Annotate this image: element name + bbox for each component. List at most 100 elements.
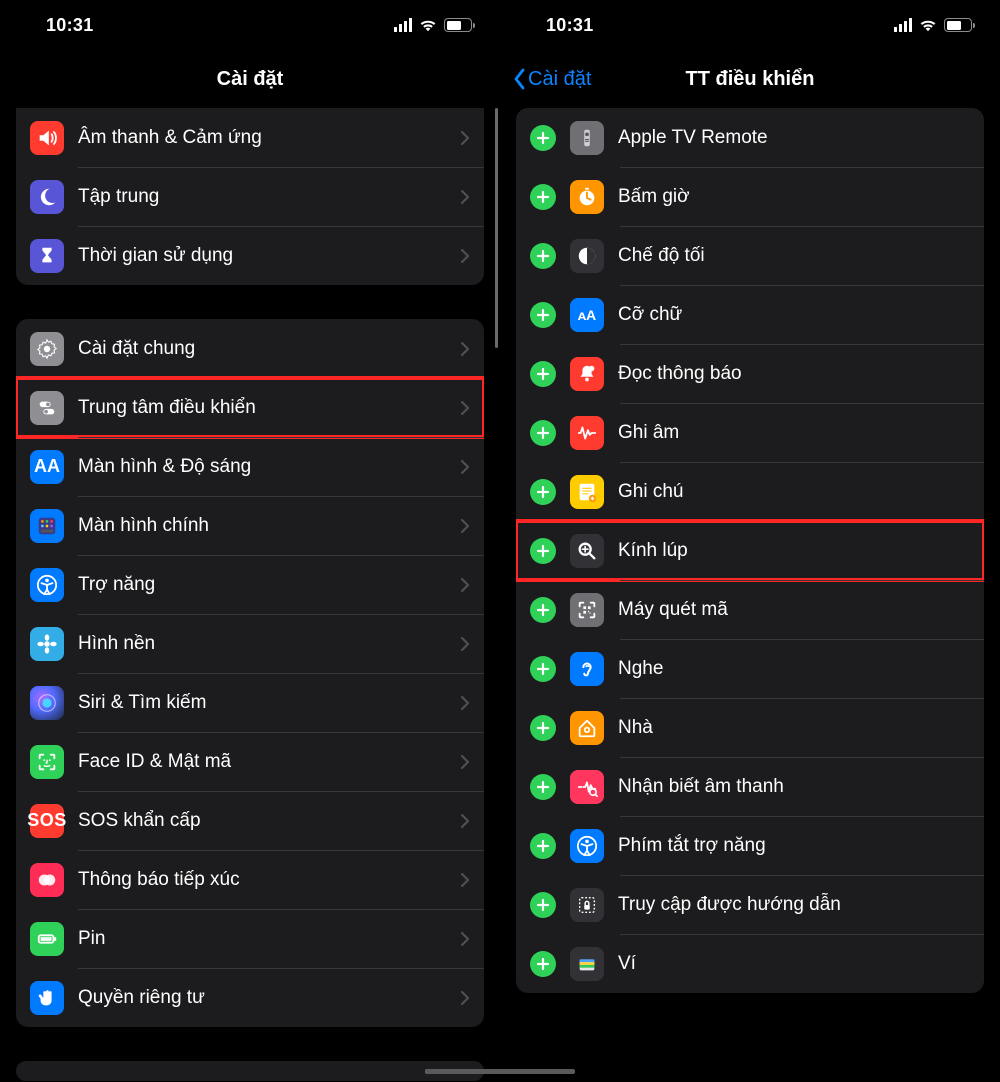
cc-row-magnify[interactable]: Kính lúp <box>516 521 984 580</box>
row-label: Nhà <box>618 717 970 739</box>
settings-row-faceid[interactable]: Face ID & Mật mã <box>16 732 484 791</box>
cellular-icon <box>394 19 412 32</box>
bell-icon <box>570 357 604 391</box>
cc-row-access[interactable]: Phím tắt trợ năng <box>516 816 984 875</box>
AA-icon: AA <box>30 450 64 484</box>
row-label: Face ID & Mật mã <box>78 751 460 773</box>
settings-row-gear[interactable]: Cài đặt chung <box>16 319 484 378</box>
cc-row-darkmode[interactable]: Chế độ tối <box>516 226 984 285</box>
cc-row-ᴀA[interactable]: ᴀACỡ chữ <box>516 285 984 344</box>
row-label: Thông báo tiếp xúc <box>78 869 460 891</box>
cc-row-soundrec[interactable]: Nhận biết âm thanh <box>516 757 984 816</box>
status-indicators <box>394 18 472 32</box>
row-label: Tập trung <box>78 186 460 208</box>
toggles-icon <box>30 391 64 425</box>
cc-row-remote[interactable]: Apple TV Remote <box>516 108 984 167</box>
home-indicator[interactable] <box>500 1069 575 1074</box>
row-label: Siri & Tìm kiếm <box>78 692 460 714</box>
cc-row-stopwatch[interactable]: Bấm giờ <box>516 167 984 226</box>
settings-row-access[interactable]: Trợ năng <box>16 555 484 614</box>
settings-list[interactable]: Âm thanh & Cảm ứng Tập trung Thời gian sử … <box>0 108 500 1082</box>
row-label: SOS khẩn cấp <box>78 810 460 832</box>
cc-row-wallet[interactable]: Ví <box>516 934 984 993</box>
note-icon <box>570 475 604 509</box>
control-center-more-controls[interactable]: Apple TV Remote Bấm giờ Chế độ tối ᴀACỡ chữ… <box>500 108 1000 1082</box>
cc-row-note[interactable]: Ghi chú <box>516 462 984 521</box>
add-button[interactable] <box>530 892 556 918</box>
add-button[interactable] <box>530 715 556 741</box>
status-bar: 10:31 <box>500 0 1000 50</box>
cc-row-bell[interactable]: Đọc thông báo <box>516 344 984 403</box>
nav-title: Cài đặt <box>217 68 284 91</box>
nav-bar: Cài đặt TT điều khiển <box>500 50 1000 108</box>
settings-row-sound[interactable]: Âm thanh & Cảm ứng <box>16 108 484 167</box>
settings-row-siri[interactable]: Siri & Tìm kiếm <box>16 673 484 732</box>
status-time: 10:31 <box>46 15 94 36</box>
row-label: Thời gian sử dụng <box>78 245 460 267</box>
settings-row-SOS[interactable]: SOS SOS khẩn cấp <box>16 791 484 850</box>
row-label: Ví <box>618 953 970 975</box>
row-label: Màn hình & Độ sáng <box>78 456 460 478</box>
settings-row-exposure[interactable]: Thông báo tiếp xúc <box>16 850 484 909</box>
status-indicators <box>894 18 972 32</box>
settings-screen: 10:31 Cài đặt Âm thanh & Cảm ứng Tập trun… <box>0 0 500 1082</box>
add-button[interactable] <box>530 184 556 210</box>
SOS-icon: SOS <box>30 804 64 838</box>
settings-row-grid[interactable]: Màn hình chính <box>16 496 484 555</box>
row-label: Truy cập được hướng dẫn <box>618 894 970 916</box>
scroll-indicator[interactable] <box>495 108 498 348</box>
add-button[interactable] <box>530 479 556 505</box>
row-label: Phím tắt trợ năng <box>618 835 970 857</box>
lock-icon <box>570 888 604 922</box>
add-button[interactable] <box>530 656 556 682</box>
back-button[interactable]: Cài đặt <box>512 50 591 108</box>
settings-row-hand[interactable]: Quyền riêng tư <box>16 968 484 1027</box>
status-time: 10:31 <box>546 15 594 36</box>
settings-row-toggles[interactable]: Trung tâm điều khiển <box>16 378 484 437</box>
row-label: Nghe <box>618 658 970 680</box>
settings-row-moon[interactable]: Tập trung <box>16 167 484 226</box>
battery-icon <box>30 922 64 956</box>
row-label: Đọc thông báo <box>618 363 970 385</box>
cc-row-home[interactable]: Nhà <box>516 698 984 757</box>
row-label: Pin <box>78 928 460 950</box>
cc-row-lock[interactable]: Truy cập được hướng dẫn <box>516 875 984 934</box>
row-label: Ghi âm <box>618 422 970 444</box>
remote-icon <box>570 121 604 155</box>
row-label: Âm thanh & Cảm ứng <box>78 127 460 149</box>
add-button[interactable] <box>530 125 556 151</box>
row-label: Chế độ tối <box>618 245 970 267</box>
add-button[interactable] <box>530 833 556 859</box>
add-button[interactable] <box>530 420 556 446</box>
magnify-icon <box>570 534 604 568</box>
back-label: Cài đặt <box>528 68 591 91</box>
exposure-icon <box>30 863 64 897</box>
status-bar: 10:31 <box>0 0 500 50</box>
add-button[interactable] <box>530 538 556 564</box>
row-label: Hình nền <box>78 633 460 655</box>
row-label: Quyền riêng tư <box>78 987 460 1009</box>
add-button[interactable] <box>530 774 556 800</box>
settings-row-battery[interactable]: Pin <box>16 909 484 968</box>
soundrec-icon <box>570 770 604 804</box>
add-button[interactable] <box>530 302 556 328</box>
add-button[interactable] <box>530 951 556 977</box>
chevron-left-icon <box>512 68 526 90</box>
qr-icon <box>570 593 604 627</box>
hand-icon <box>30 981 64 1015</box>
cc-row-wave[interactable]: Ghi âm <box>516 403 984 462</box>
row-label: Bấm giờ <box>618 186 970 208</box>
gear-icon <box>30 332 64 366</box>
settings-row-flower[interactable]: Hình nền <box>16 614 484 673</box>
cc-row-ear[interactable]: Nghe <box>516 639 984 698</box>
add-button[interactable] <box>530 243 556 269</box>
settings-row-hourglass[interactable]: Thời gian sử dụng <box>16 226 484 285</box>
siri-icon <box>30 686 64 720</box>
row-label: Trung tâm điều khiển <box>78 397 460 419</box>
add-button[interactable] <box>530 597 556 623</box>
access-icon <box>30 568 64 602</box>
home-icon <box>570 711 604 745</box>
add-button[interactable] <box>530 361 556 387</box>
cc-row-qr[interactable]: Máy quét mã <box>516 580 984 639</box>
settings-row-AA[interactable]: AA Màn hình & Độ sáng <box>16 437 484 496</box>
